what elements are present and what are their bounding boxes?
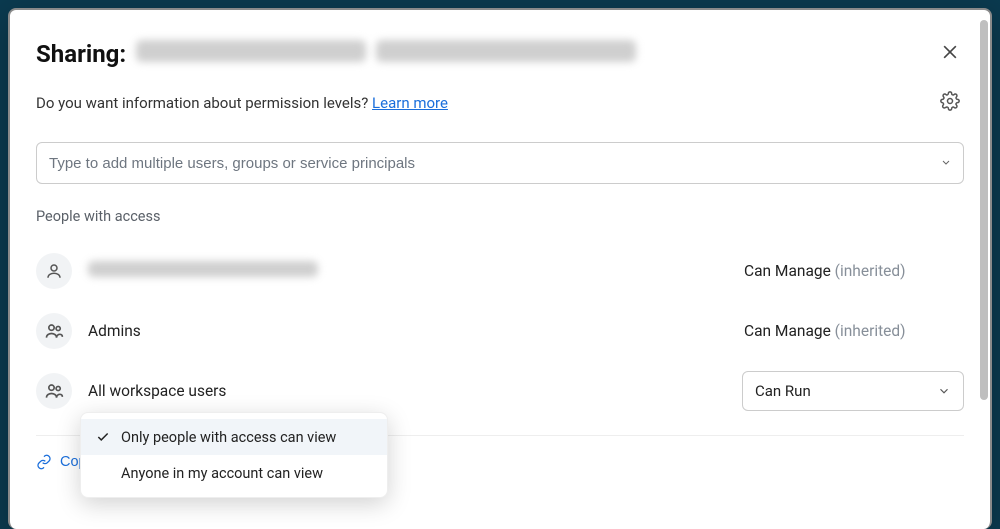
title-redacted-1 — [136, 40, 366, 62]
info-text: Do you want information about permission… — [36, 94, 368, 112]
title-redacted-2 — [376, 40, 636, 62]
scrollbar[interactable] — [980, 20, 988, 400]
visibility-popover: Only people with access can view Anyone … — [80, 412, 388, 498]
permission-select-value: Can Run — [755, 382, 811, 400]
permission-label: Can Manage (inherited) — [744, 322, 964, 340]
group-icon — [36, 313, 72, 349]
chevron-down-icon — [937, 384, 951, 398]
modal-header: Sharing: — [36, 38, 964, 69]
learn-more-link[interactable]: Learn more — [372, 94, 448, 112]
access-row: Admins Can Manage (inherited) — [36, 301, 964, 361]
name-redacted — [88, 261, 318, 277]
permission-label: Can Manage (inherited) — [744, 262, 964, 280]
gear-icon — [940, 91, 960, 111]
access-row: Can Manage (inherited) — [36, 241, 964, 301]
settings-button[interactable] — [936, 87, 964, 118]
visibility-option[interactable]: Anyone in my account can view — [81, 455, 387, 491]
group-icon — [36, 373, 72, 409]
permission-select[interactable]: Can Run — [742, 371, 964, 411]
principal-name: Admins — [88, 322, 744, 340]
title-prefix: Sharing: — [36, 40, 126, 68]
visibility-option[interactable]: Only people with access can view — [81, 419, 387, 455]
close-button[interactable] — [936, 38, 964, 69]
permission-select-wrap: Can Run — [742, 371, 964, 411]
principal-name — [88, 261, 744, 281]
info-row: Do you want information about permission… — [36, 87, 964, 118]
close-icon — [940, 42, 960, 62]
people-with-access-label: People with access — [36, 208, 964, 225]
modal-title: Sharing: — [36, 40, 636, 68]
principal-name: All workspace users — [88, 382, 742, 400]
link-icon — [36, 454, 52, 470]
sharing-modal: Sharing: Do you want information about p… — [8, 8, 992, 529]
add-principals-field[interactable] — [36, 142, 964, 184]
add-principals-input[interactable] — [36, 142, 964, 184]
user-icon — [36, 253, 72, 289]
check-icon — [95, 430, 111, 444]
visibility-option-label: Anyone in my account can view — [121, 465, 323, 482]
visibility-option-label: Only people with access can view — [121, 429, 336, 446]
